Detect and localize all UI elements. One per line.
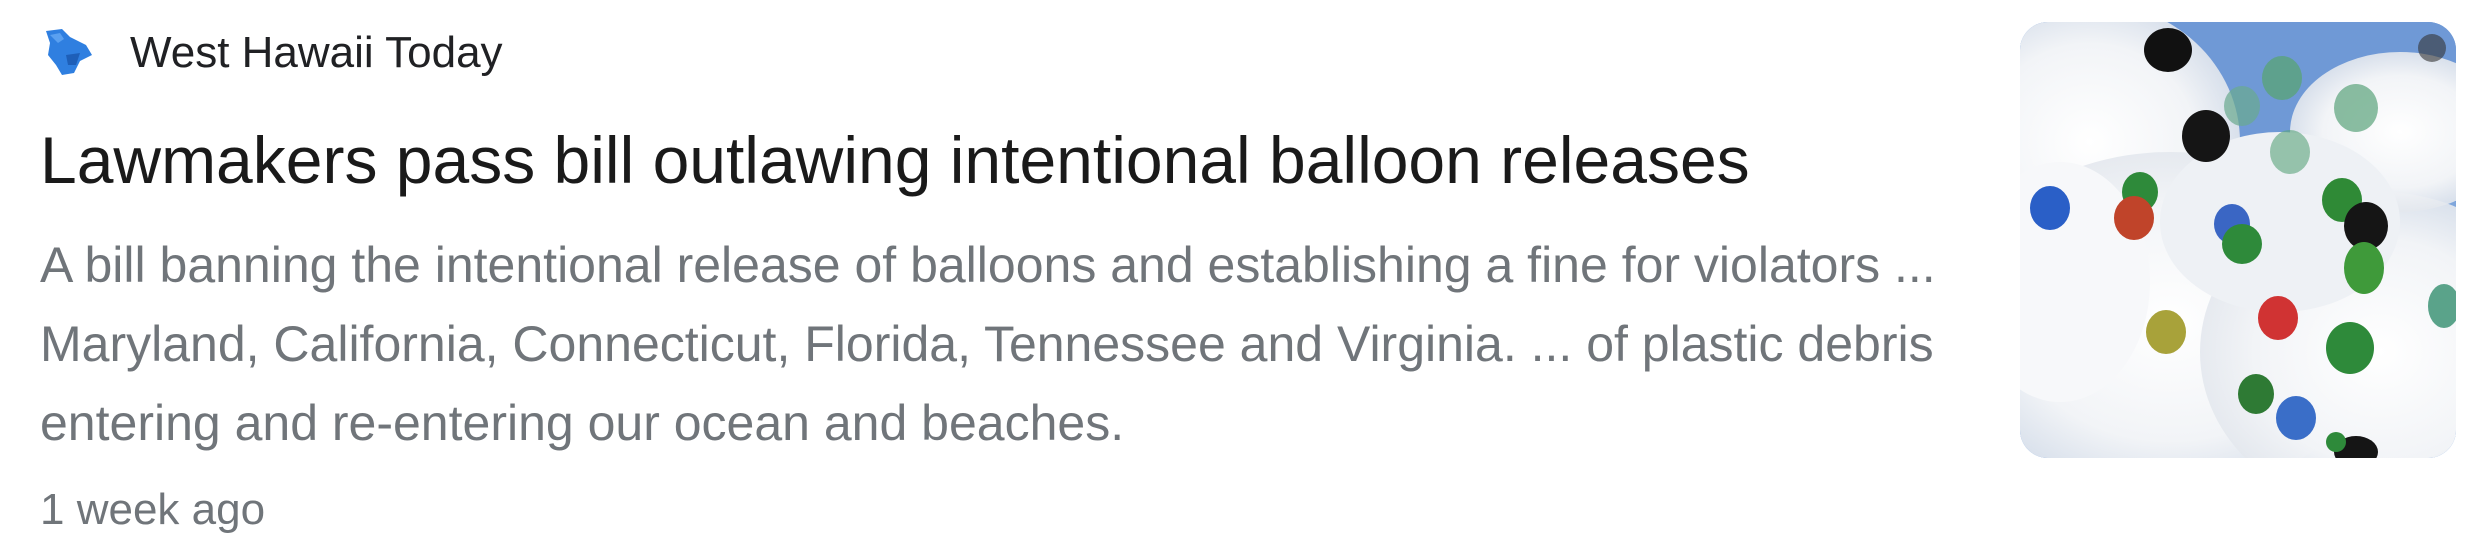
publish-time: 1 week ago (40, 485, 266, 534)
balloons-in-sky-image (2020, 22, 2456, 458)
news-result-text: West Hawaii Today Lawmakers pass bill ou… (40, 18, 1970, 543)
snippet-text: A bill banning the intentional release o… (40, 237, 1936, 451)
hawaii-island-logo-icon (40, 25, 96, 81)
source-name: West Hawaii Today (130, 28, 503, 77)
thumbnail-image[interactable] (2020, 22, 2456, 458)
source-row[interactable]: West Hawaii Today (40, 18, 1970, 88)
headline-link[interactable]: Lawmakers pass bill outlawing intentiona… (40, 120, 1970, 200)
news-result-card[interactable]: West Hawaii Today Lawmakers pass bill ou… (0, 0, 2488, 548)
